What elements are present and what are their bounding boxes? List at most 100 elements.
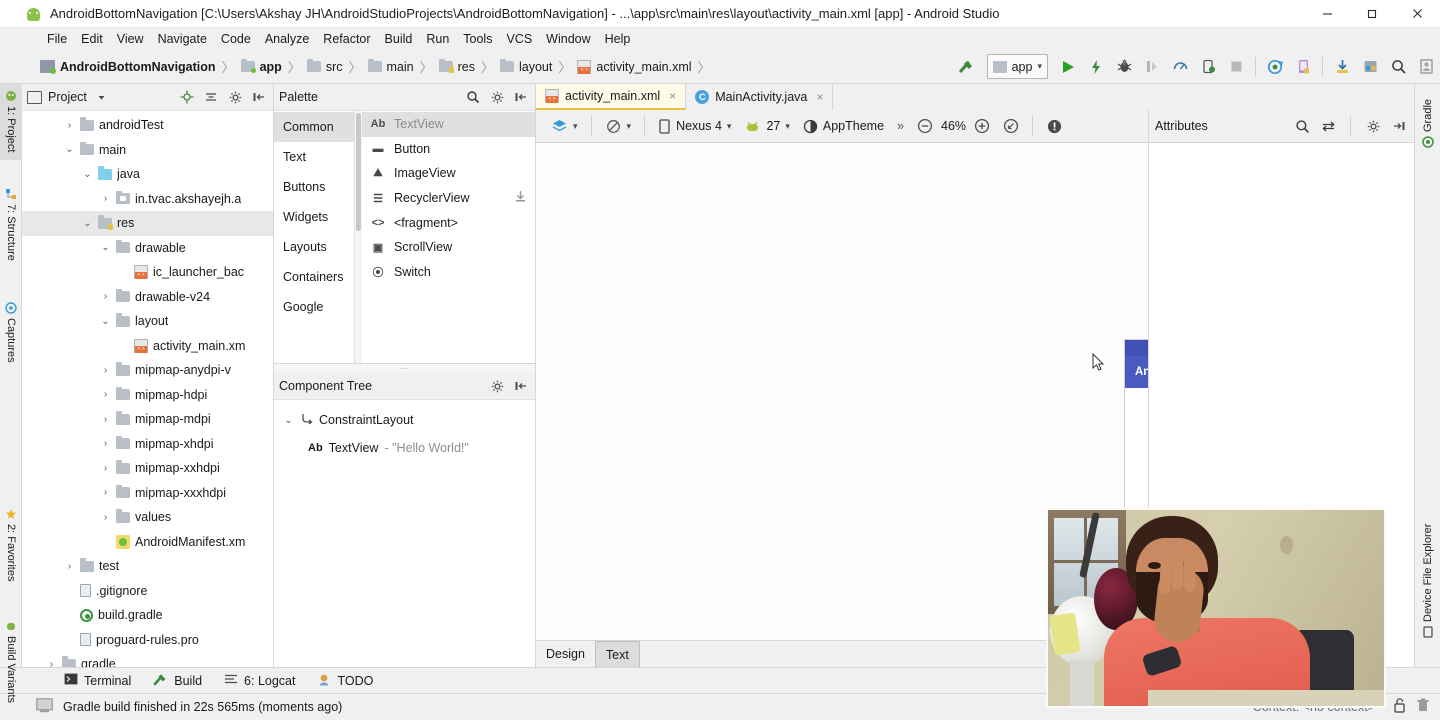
menu-run[interactable]: Run (419, 30, 456, 48)
breadcrumb-item-main[interactable]: main (366, 58, 416, 74)
tool-window-logcat[interactable]: 6: Logcat (224, 673, 295, 688)
tree-row[interactable]: › values (22, 505, 273, 530)
build-hammer-button[interactable] (953, 54, 981, 80)
tree-expand-arrow[interactable]: › (100, 193, 111, 204)
sidebar-item-project[interactable]: 1: Project (0, 84, 22, 160)
debug-button[interactable] (1110, 54, 1138, 80)
palette-category[interactable]: Text (274, 142, 354, 172)
gear-icon[interactable] (488, 377, 506, 395)
palette-resize-grip[interactable]: ⋯ (274, 364, 535, 373)
avd-manager-button[interactable] (1289, 54, 1317, 80)
sidebar-item-device-file-explorer[interactable]: Device File Explorer (1415, 502, 1440, 644)
tree-row[interactable]: › mipmap-xxxhdpi (22, 481, 273, 506)
minimize-button[interactable] (1305, 0, 1350, 28)
tree-expand-arrow[interactable]: › (100, 487, 111, 498)
tree-row[interactable]: ⌄ drawable (22, 236, 273, 261)
layout-inspector-button[interactable] (1356, 54, 1384, 80)
palette-item[interactable]: ⛰ ImageView (362, 161, 535, 186)
orientation-selector[interactable]: ▾ (600, 116, 637, 137)
breadcrumb-item-file[interactable]: activity_main.xml (575, 59, 693, 74)
tree-row[interactable]: › test (22, 554, 273, 579)
apply-changes-button[interactable] (1082, 54, 1110, 80)
tree-expand-arrow[interactable]: › (64, 120, 75, 131)
palette-item[interactable]: Ab TextView (362, 112, 535, 137)
tree-row[interactable]: activity_main.xm (22, 334, 273, 359)
maximize-button[interactable] (1350, 0, 1395, 28)
search-everywhere-button[interactable] (1384, 54, 1412, 80)
tree-row[interactable]: › in.tvac.akshayejh.a (22, 187, 273, 212)
run-with-coverage-button[interactable] (1138, 54, 1166, 80)
tree-expand-arrow[interactable]: ⌄ (82, 169, 93, 180)
download-icon[interactable] (514, 190, 527, 206)
breadcrumb-item-res[interactable]: res (437, 58, 477, 74)
tree-expand-arrow[interactable]: ⌄ (100, 242, 111, 253)
project-tree[interactable]: › androidTest ⌄ main ⌄ java › in.tvac.akshayejh… (22, 111, 273, 667)
tree-row[interactable]: › androidTest (22, 113, 273, 138)
menu-analyze[interactable]: Analyze (258, 30, 316, 48)
close-icon[interactable]: × (816, 90, 823, 104)
palette-item[interactable]: ▣ ScrollView (362, 235, 535, 260)
tab-main-activity-java[interactable]: C MainActivity.java × (686, 84, 834, 110)
tree-expand-arrow[interactable]: › (100, 291, 111, 302)
palette-scrollbar[interactable] (355, 111, 362, 363)
menu-tools[interactable]: Tools (456, 30, 499, 48)
tree-row[interactable]: › drawable-v24 (22, 285, 273, 310)
hide-icon[interactable] (512, 88, 530, 106)
tree-expand-arrow[interactable]: › (100, 414, 111, 425)
account-button[interactable] (1412, 54, 1440, 80)
tree-expand-arrow[interactable]: › (100, 512, 111, 523)
warnings-button[interactable] (1041, 116, 1068, 137)
palette-item[interactable]: ⦿ Switch (362, 260, 535, 285)
menu-edit[interactable]: Edit (74, 30, 110, 48)
theme-selector[interactable]: AppTheme (798, 117, 889, 136)
sidebar-item-favorites[interactable]: 2: Favorites (0, 502, 22, 598)
component-tree-node-textview[interactable]: Ab TextView - "Hello World!" (274, 434, 535, 462)
gear-icon[interactable] (226, 88, 244, 106)
menu-view[interactable]: View (110, 30, 151, 48)
event-log-icon[interactable] (36, 698, 53, 716)
hide-icon[interactable] (250, 88, 268, 106)
sdk-manager-button[interactable] (1328, 54, 1356, 80)
tree-expand-arrow[interactable]: › (46, 659, 57, 667)
tool-window-terminal[interactable]: Terminal (64, 673, 131, 688)
sidebar-item-structure[interactable]: 7: Structure (0, 182, 22, 274)
tree-row[interactable]: ⌄ main (22, 138, 273, 163)
tool-window-todo[interactable]: TODO (317, 673, 373, 689)
tree-expand-arrow[interactable]: › (100, 438, 111, 449)
palette-items[interactable]: Ab TextView ▬ Button ⛰ ImageView ☰ RecyclerView… (362, 111, 535, 363)
tree-row[interactable]: ⌄ java (22, 162, 273, 187)
palette-categories[interactable]: Common Text Buttons Widgets Layouts Container… (274, 111, 355, 363)
profile-button[interactable] (1166, 54, 1194, 80)
palette-category[interactable]: Widgets (274, 202, 354, 232)
tree-row[interactable]: ic_launcher_bac (22, 260, 273, 285)
breadcrumb-item-app[interactable]: app (239, 58, 284, 74)
palette-category[interactable]: Google (274, 292, 354, 322)
tree-row[interactable]: ⌄ layout (22, 309, 273, 334)
zoom-to-fit-button[interactable] (998, 116, 1024, 136)
tree-expand-arrow[interactable]: ⌄ (64, 144, 75, 155)
tree-expand-arrow[interactable]: ⌄ (82, 218, 93, 229)
tree-expand-arrow[interactable]: › (64, 561, 75, 572)
tree-row[interactable]: ⌄ res (22, 211, 273, 236)
tab-activity-main-xml[interactable]: activity_main.xml × (536, 84, 687, 110)
zoom-out-button[interactable] (912, 116, 938, 136)
design-mode-selector[interactable]: ▾ (546, 116, 583, 137)
menu-build[interactable]: Build (378, 30, 420, 48)
close-button[interactable] (1395, 0, 1440, 28)
run-configuration-selector[interactable]: app ▾ (986, 54, 1048, 79)
menu-code[interactable]: Code (214, 30, 258, 48)
tree-row[interactable]: › mipmap-xxhdpi (22, 456, 273, 481)
sidebar-item-captures[interactable]: Captures (0, 296, 22, 378)
tree-expand-arrow[interactable]: › (100, 463, 111, 474)
palette-category[interactable]: Layouts (274, 232, 354, 262)
tree-row[interactable]: › gradle (22, 652, 273, 667)
sidebar-item-build-variants[interactable]: Build Variants (0, 614, 22, 720)
palette-item[interactable]: ☰ RecyclerView (362, 186, 535, 211)
hide-icon[interactable] (1390, 117, 1408, 135)
tree-row[interactable]: › mipmap-mdpi (22, 407, 273, 432)
menu-refactor[interactable]: Refactor (316, 30, 377, 48)
toolbar-overflow-button[interactable]: » (892, 117, 909, 135)
breadcrumb-item-src[interactable]: src (305, 58, 345, 74)
component-tree-node-root[interactable]: ⌄ ConstraintLayout (274, 406, 535, 434)
stop-button[interactable] (1222, 54, 1250, 80)
